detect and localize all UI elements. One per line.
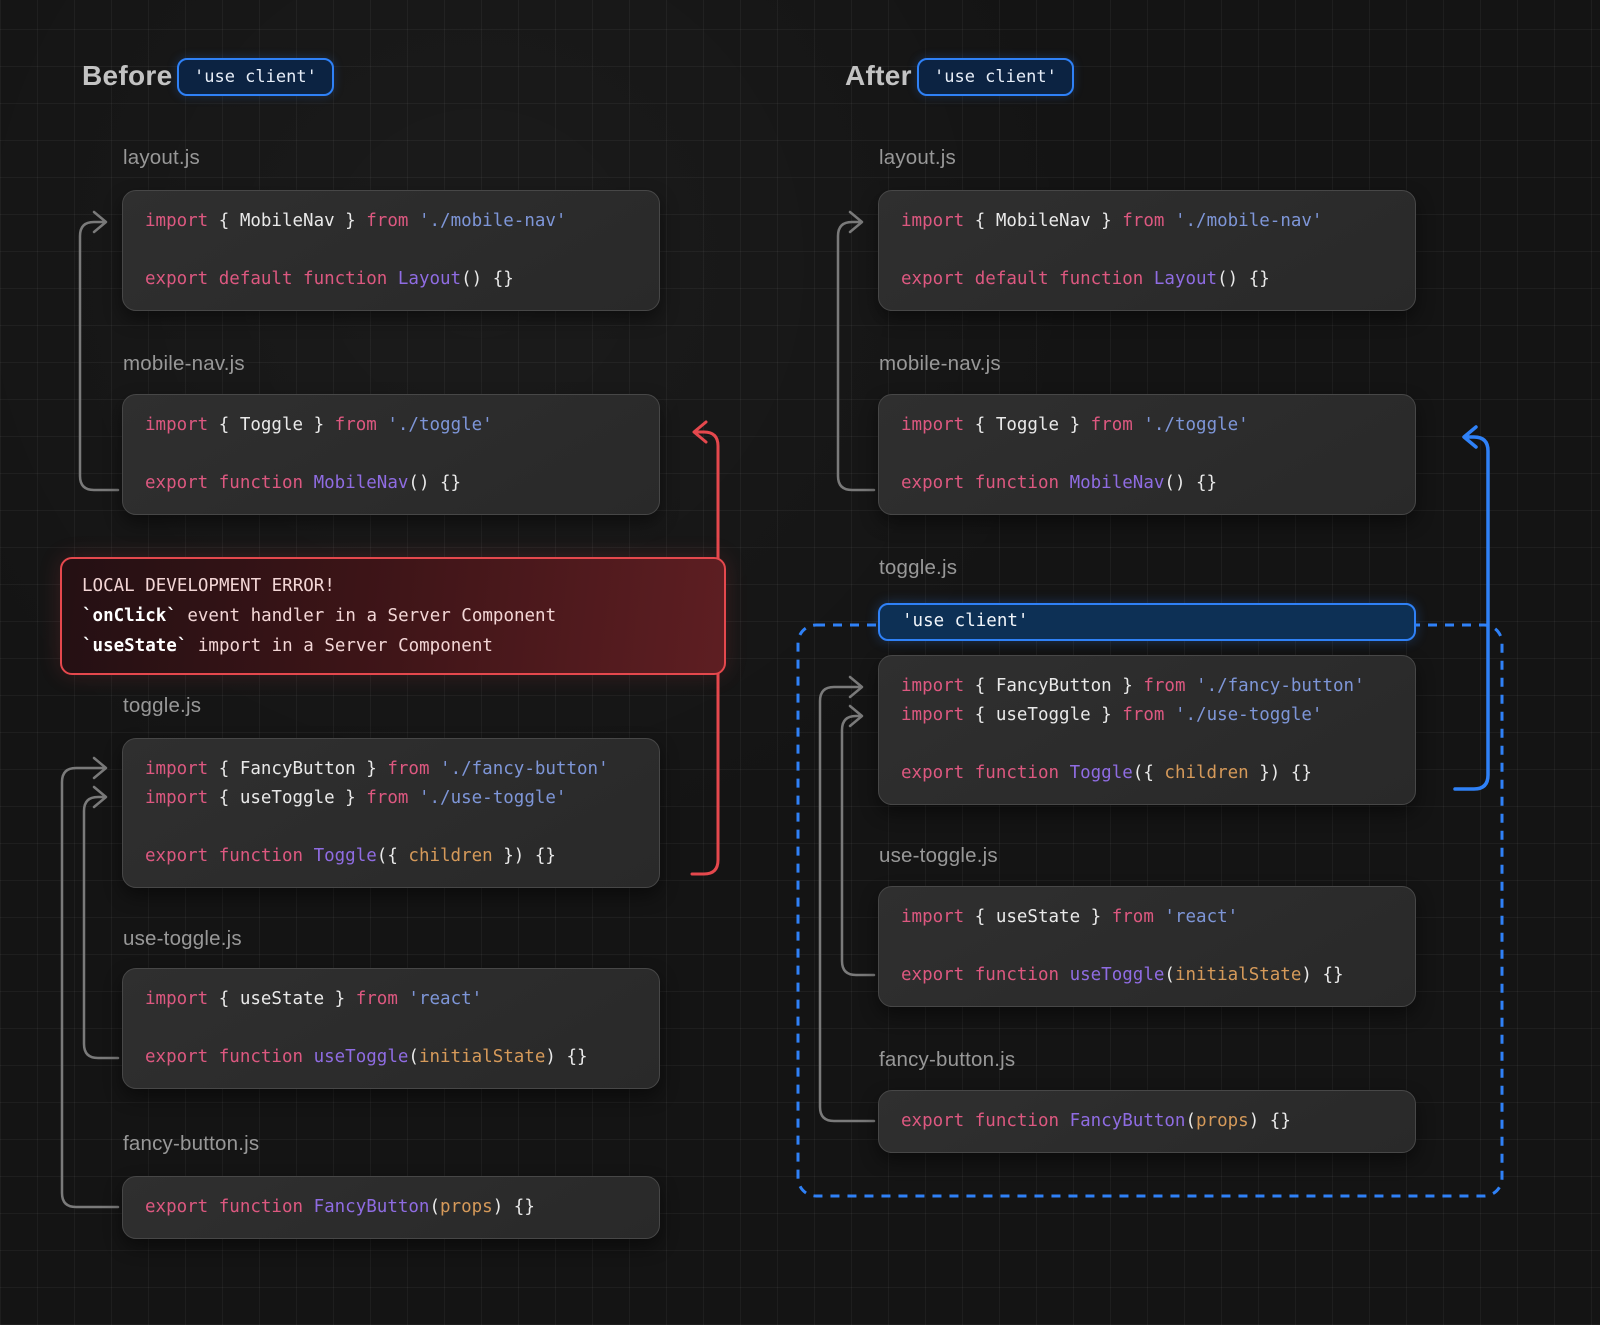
after-heading: After — [845, 60, 912, 92]
after-use-toggle-code: import { useState } from 'react' export … — [878, 886, 1416, 1007]
after-toggle-label: toggle.js — [879, 556, 957, 580]
before-fancy-button-label: fancy-button.js — [123, 1132, 259, 1156]
before-mobile-nav-label: mobile-nav.js — [123, 352, 245, 376]
after-fancy-button-label: fancy-button.js — [879, 1048, 1015, 1072]
before-toggle-label: toggle.js — [123, 694, 201, 718]
before-layout-code: import { MobileNav } from './mobile-nav'… — [122, 190, 660, 311]
after-toggle-code: import { FancyButton } from './fancy-but… — [878, 655, 1416, 805]
before-import-arrow-mobilenav-to-layout — [80, 212, 118, 490]
after-layout-code: import { MobileNav } from './mobile-nav'… — [878, 190, 1416, 311]
after-layout-label: layout.js — [879, 146, 956, 170]
before-mobile-nav-code: import { Toggle } from './toggle' export… — [122, 394, 660, 515]
after-use-client-banner: 'use client' — [878, 603, 1416, 641]
after-use-client-badge: 'use client' — [917, 58, 1074, 96]
rsc-use-client-diagram: Before 'use client' layout.js import { M… — [0, 0, 1600, 1325]
before-fancy-button-code: export function FancyButton(props) {} — [122, 1176, 660, 1239]
after-import-arrow-usetoggle-to-toggle — [842, 706, 874, 975]
after-client-arrow — [1455, 427, 1488, 789]
before-import-arrow-usetoggle-to-toggle — [84, 787, 118, 1058]
before-heading: Before — [82, 60, 173, 92]
after-mobile-nav-label: mobile-nav.js — [879, 352, 1001, 376]
after-import-arrow-fancybutton-to-toggle — [820, 677, 874, 1121]
before-layout-label: layout.js — [123, 146, 200, 170]
before-toggle-code: import { FancyButton } from './fancy-but… — [122, 738, 660, 888]
local-development-error-box: LOCAL DEVELOPMENT ERROR!`onClick` event … — [60, 557, 726, 675]
after-use-toggle-label: use-toggle.js — [879, 844, 998, 868]
after-fancy-button-code: export function FancyButton(props) {} — [878, 1090, 1416, 1153]
before-import-arrow-fancybutton-to-toggle — [62, 758, 118, 1207]
after-import-arrow-mobilenav-to-layout — [838, 212, 874, 490]
before-use-toggle-label: use-toggle.js — [123, 927, 242, 951]
after-mobile-nav-code: import { Toggle } from './toggle' export… — [878, 394, 1416, 515]
before-use-toggle-code: import { useState } from 'react' export … — [122, 968, 660, 1089]
before-use-client-badge: 'use client' — [177, 58, 334, 96]
